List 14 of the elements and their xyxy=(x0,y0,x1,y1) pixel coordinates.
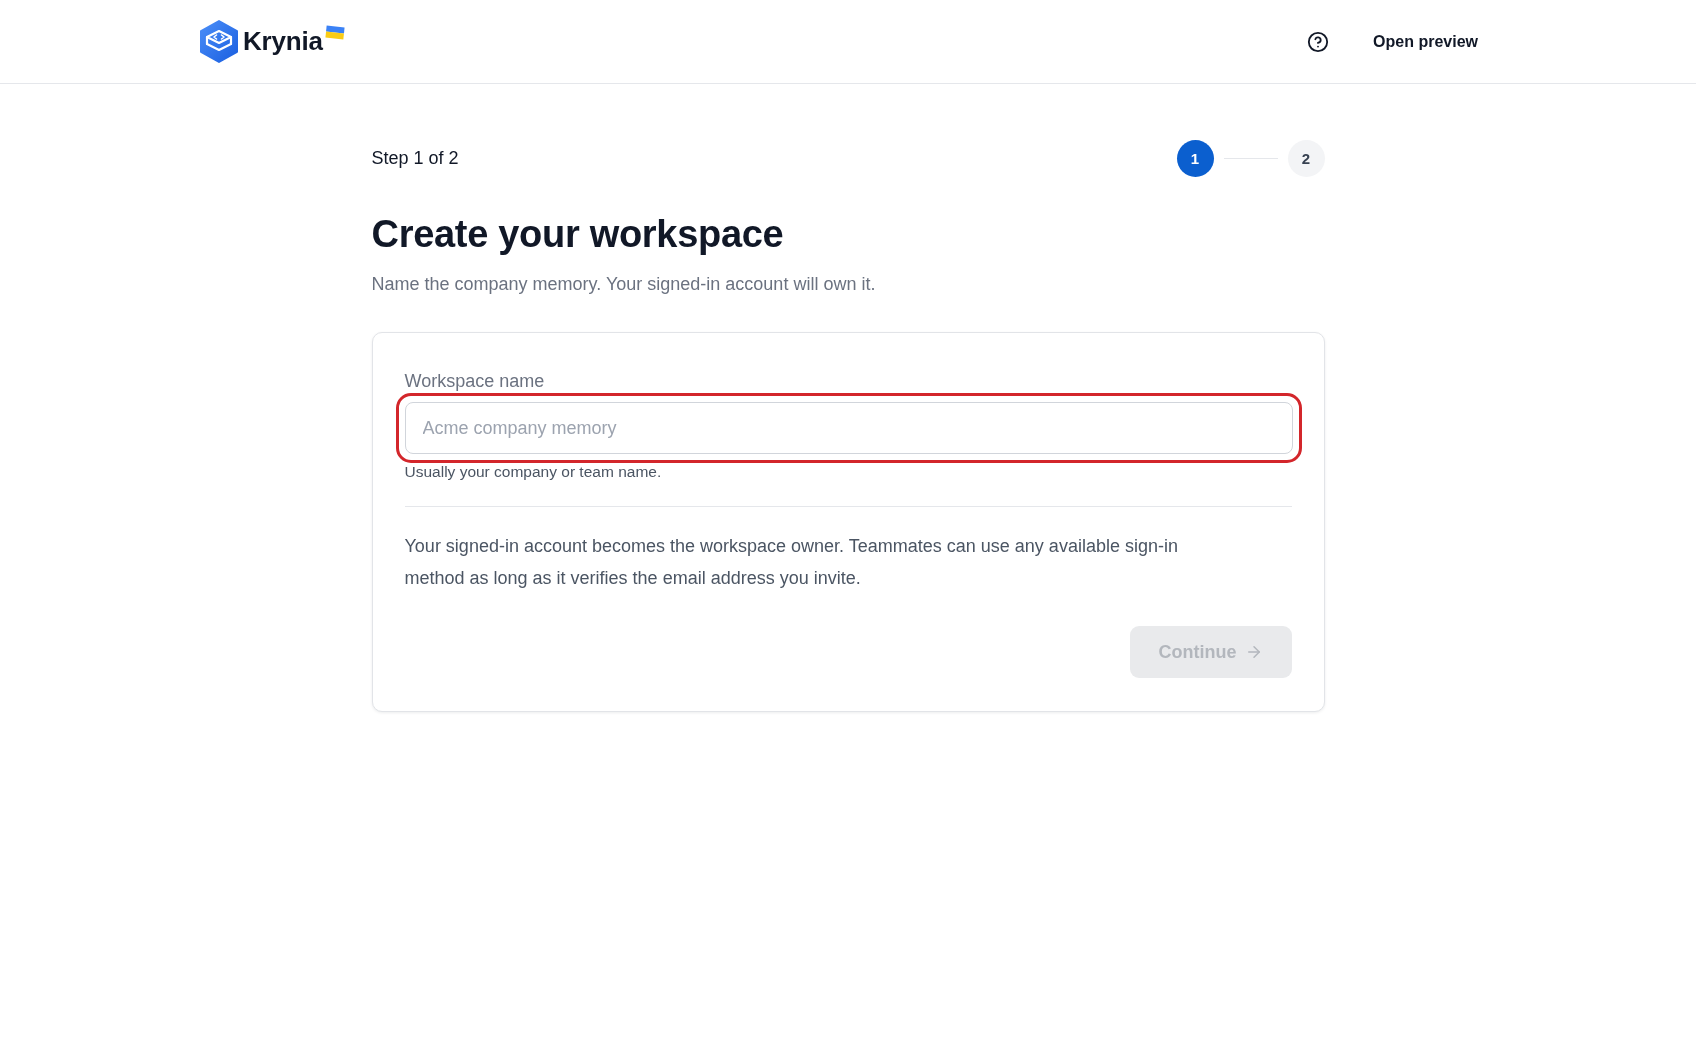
input-field[interactable]: Acme company memory xyxy=(404,402,1293,454)
page-subtitle: Name the company memory. Your signed-in account will own it. xyxy=(371,273,877,296)
step-circle: 1 xyxy=(1176,140,1214,177)
step-label: Step 1 of 2 xyxy=(371,148,459,169)
preview-link[interactable]: Open preview xyxy=(1355,24,1496,59)
step-circle: 2 xyxy=(1287,140,1325,177)
brand-name: Krynia xyxy=(243,26,323,57)
help-icon[interactable] xyxy=(1307,30,1330,53)
hint-text: Usually your company or team name. xyxy=(404,463,663,481)
info-text: Your signed-in account becomes the workspace owner. Teammates can use any available sign-in method as long as it verifies the email address you invite. xyxy=(404,535,1179,590)
flag-icon xyxy=(324,25,345,40)
field-label: Workspace name xyxy=(404,370,546,393)
logo-icon xyxy=(200,20,238,63)
page-title: Create your workspace xyxy=(371,212,785,257)
